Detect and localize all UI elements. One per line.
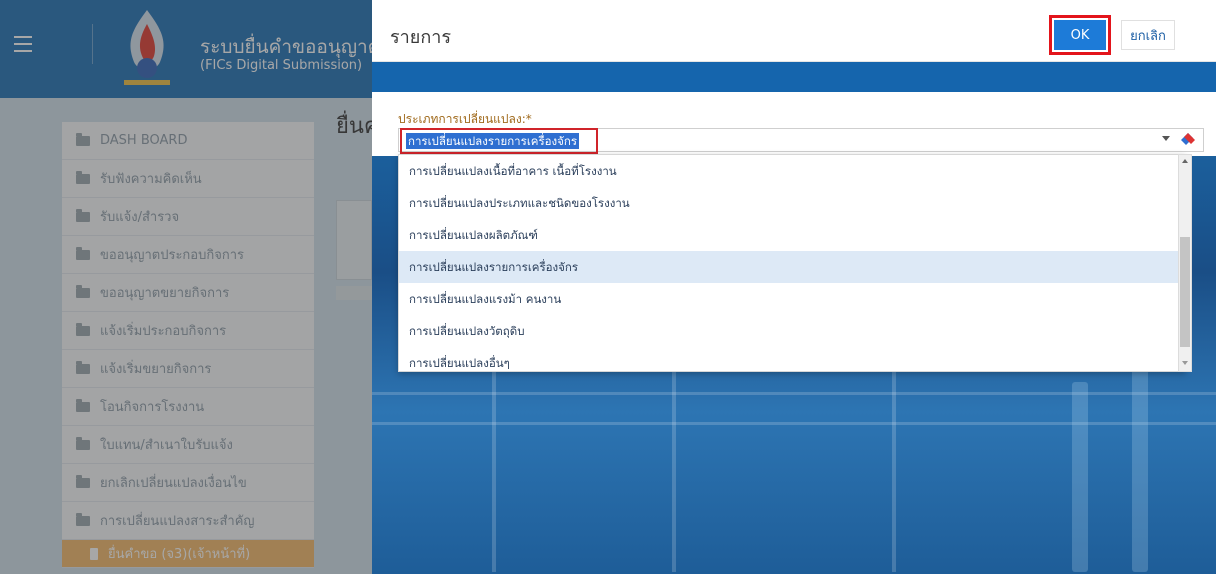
modal-header: รายการ OK ยกเลิก bbox=[372, 0, 1216, 62]
eraser-icon[interactable] bbox=[1180, 132, 1196, 146]
scroll-down-icon[interactable] bbox=[1182, 361, 1188, 365]
dropdown-option[interactable]: การเปลี่ยนแปลงแรงม้า คนงาน bbox=[399, 283, 1185, 315]
selection-modal: รายการ OK ยกเลิก ประเภทการเปลี่ยนแปลง:* … bbox=[372, 0, 1216, 574]
dropdown-option[interactable]: การเปลี่ยนแปลงอื่นๆ bbox=[399, 347, 1185, 371]
ok-button[interactable]: OK bbox=[1054, 20, 1106, 50]
scrollbar-thumb[interactable] bbox=[1180, 237, 1190, 347]
change-type-label: ประเภทการเปลี่ยนแปลง:* bbox=[398, 112, 532, 126]
dropdown-option[interactable]: การเปลี่ยนแปลงประเภทและชนิดของโรงงาน bbox=[399, 187, 1185, 219]
background-rail bbox=[372, 392, 1216, 395]
dropdown-option[interactable]: การเปลี่ยนแปลงวัตถุดิบ bbox=[399, 315, 1185, 347]
change-type-dropdown: การเปลี่ยนแปลงเนื้อที่อาคาร เนื้อที่โรงง… bbox=[398, 154, 1186, 372]
modal-body: ประเภทการเปลี่ยนแปลง:* การเปลี่ยนแปลงราย… bbox=[372, 92, 1216, 574]
cancel-button[interactable]: ยกเลิก bbox=[1121, 20, 1175, 50]
dropdown-option[interactable]: การเปลี่ยนแปลงเนื้อที่อาคาร เนื้อที่โรงง… bbox=[399, 155, 1185, 187]
dropdown-option-selected[interactable]: การเปลี่ยนแปลงรายการเครื่องจักร bbox=[399, 251, 1185, 283]
background-pipe bbox=[1132, 362, 1148, 572]
dropdown-option[interactable]: การเปลี่ยนแปลงผลิตภัณฑ์ bbox=[399, 219, 1185, 251]
background-post bbox=[672, 372, 676, 572]
background-post bbox=[892, 372, 896, 572]
modal-title: รายการ bbox=[390, 27, 451, 48]
change-type-selected-value[interactable]: การเปลี่ยนแปลงรายการเครื่องจักร bbox=[406, 133, 580, 149]
background-pipe bbox=[1072, 382, 1088, 572]
dropdown-scrollbar[interactable] bbox=[1178, 154, 1192, 372]
modal-band bbox=[372, 62, 1216, 92]
scroll-up-icon[interactable] bbox=[1182, 159, 1188, 163]
background-post bbox=[492, 372, 496, 572]
chevron-down-icon[interactable] bbox=[1162, 136, 1170, 141]
background-rail bbox=[372, 422, 1216, 425]
